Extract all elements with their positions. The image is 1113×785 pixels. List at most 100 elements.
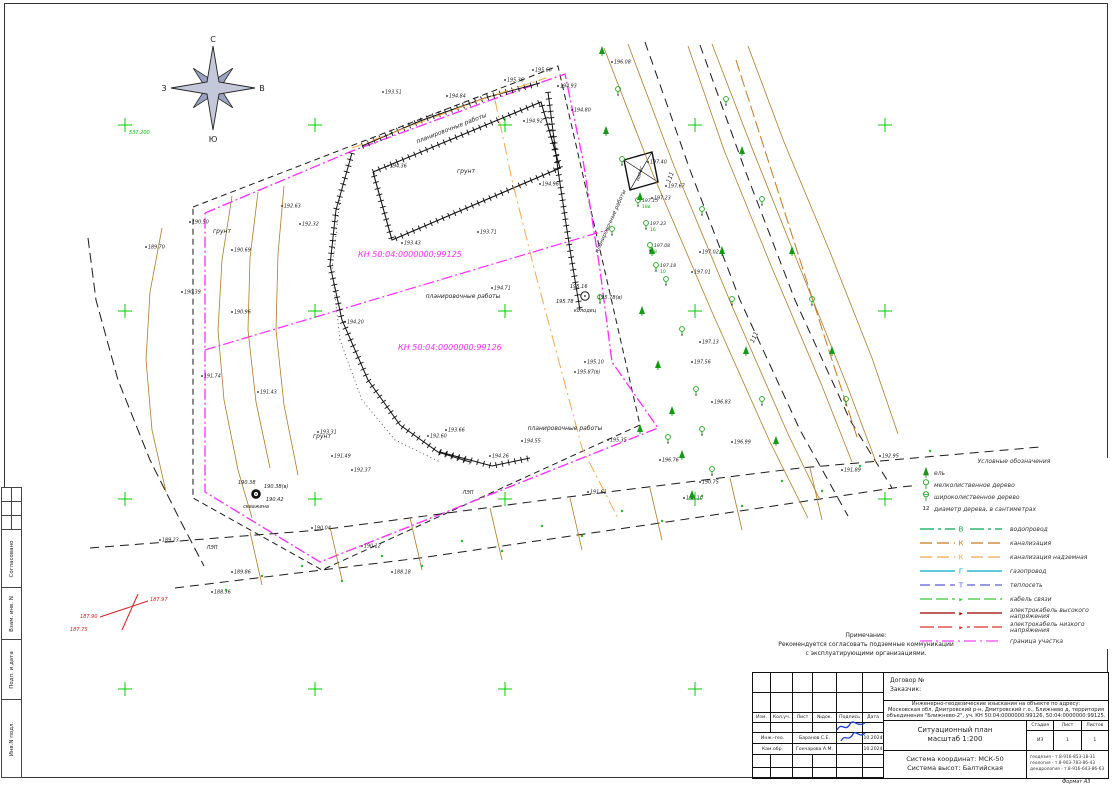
elevation-point: 191.49 [331,454,351,460]
svg-text:194.80: 194.80 [574,108,591,114]
legend-line-label: электрокабель высокого напряжения [1010,606,1089,620]
elevation-point: 193.71 [477,230,497,236]
compass-south-label: Ю [209,135,218,144]
elevation-point: 196.99 [731,440,751,446]
power-line [99,600,149,618]
svg-text:197.40: 197.40 [650,160,667,166]
tree-icon [773,436,779,446]
legend-line-row: ▸ кабель связи [918,593,1110,607]
tree-icon [580,534,584,538]
svg-text:196.99: 196.99 [734,440,751,446]
left-margin-label: Согласовано [8,540,15,577]
fence [409,517,423,571]
elevation-point: 190.39 [181,290,201,296]
tree-icon [300,564,304,568]
map-label: планировочные работы [528,425,603,432]
elevation-point: 191.43 [257,390,277,396]
svg-text:16: 16 [650,227,656,233]
map-label: 111 [665,171,675,184]
tree-icon [619,156,625,166]
left-margin-label: Взам. инв. N [8,595,15,632]
contour [627,43,821,501]
parcel-division [204,229,608,351]
legend-title: Условные обозначения [977,458,1051,465]
svg-text:194.36: 194.36 [390,164,407,170]
note: Примечание: Рекомендуется согласовать по… [752,631,980,658]
legend-symbol-label: диаметр дерева, в сантиметрах [934,505,1037,513]
tree-icon [665,434,671,444]
legend-line-label: граница участка [1010,637,1063,645]
tree-icon [620,509,624,513]
elevation-point: 194.80 [571,108,591,114]
elevation-point: 194.20 [344,320,364,326]
fence [249,531,263,586]
tree-icon [380,554,384,558]
note-line: Рекомендуется согласовать подземные комм… [778,641,954,648]
height-system: Система высот: Балтийская [907,764,1003,773]
signature-cell [837,744,863,755]
grid-cross [688,304,702,318]
legend-line-row: Кканализация надземная [918,551,1110,565]
svg-text:191.43: 191.43 [260,390,277,396]
contour [217,195,253,519]
elevation-point: 195.87(в) [574,370,600,376]
elevation-point: 194.36 [387,164,407,170]
format-label: Формат А3 [1062,779,1091,785]
legend-line-row: Ттеплосеть [918,579,1110,593]
svg-text:В: В [959,526,964,534]
elevation-point: 194.26 [489,454,509,460]
tree-icon [615,86,621,96]
fence [809,467,823,521]
tree-icon [739,146,745,156]
contract-label: Договор № [890,677,925,684]
tree-icon [224,588,228,592]
svg-text:191.61: 191.61 [590,490,607,496]
tree-icon [679,450,685,460]
fence [329,526,343,581]
elevation-point: 192.37 [351,468,371,474]
map-label: грунт [457,168,475,175]
svg-text:194.20: 194.20 [347,320,364,326]
svg-text:▸: ▸ [959,596,963,604]
legend-rows: ель мелколиственное дерево широколиственно… [918,466,1110,649]
svg-text:191.89: 191.89 [844,468,861,474]
svg-text:191.74: 191.74 [204,374,221,380]
svg-text:197.02: 197.02 [702,250,719,256]
tree-icon [655,360,661,370]
legend-line-row: Кканализация [918,537,1110,551]
svg-text:18в: 18в [642,204,651,210]
svg-text:Т: Т [958,582,964,590]
tree-icon [759,196,765,206]
map-label: планировочные работы [594,188,628,254]
elevation-point: 193.51 [382,90,402,96]
elevation-point: 192.95 [879,454,899,460]
svg-text:192.95: 192.95 [882,454,899,460]
contract-cell: Договор № Заказчик: [884,673,1108,701]
well-icon [580,291,590,301]
col-data: Дата [863,713,883,723]
compass-east-label: В [259,84,265,93]
elevation-point: 190.75 [699,480,719,486]
map-label: скважина [243,504,269,510]
sheets-value: 1 [1093,737,1097,743]
elevation-point: 189.23 [159,538,179,544]
map-label: 190.38 [238,480,256,486]
elevation-point: 190.04 [311,526,331,532]
elevation-point: 192.32 [299,222,319,228]
svg-text:194.96: 194.96 [542,182,559,188]
tree-icon [699,206,705,216]
svg-text:193.51: 193.51 [385,90,402,96]
svg-text:188.36: 188.36 [214,590,231,596]
title-block-main: Договор № Заказчик: Инженерно-геодезичес… [884,673,1108,778]
svg-text:192.37: 192.37 [354,468,371,474]
elevation-point: 192.63 [281,204,301,210]
compass-rose: С Ю З В [161,35,264,144]
map-label: КН 50:04:0000000:99126 [398,343,502,352]
tree-icon [928,449,932,453]
contour [747,45,899,435]
title-block-revision-table: Изм. Кол.уч. Лист №док. Подпись Дата Инж… [753,673,884,778]
signature-cell [837,733,863,744]
tree-icon [743,346,749,356]
svg-text:188.18: 188.18 [394,570,411,576]
grid-cross [878,304,892,318]
